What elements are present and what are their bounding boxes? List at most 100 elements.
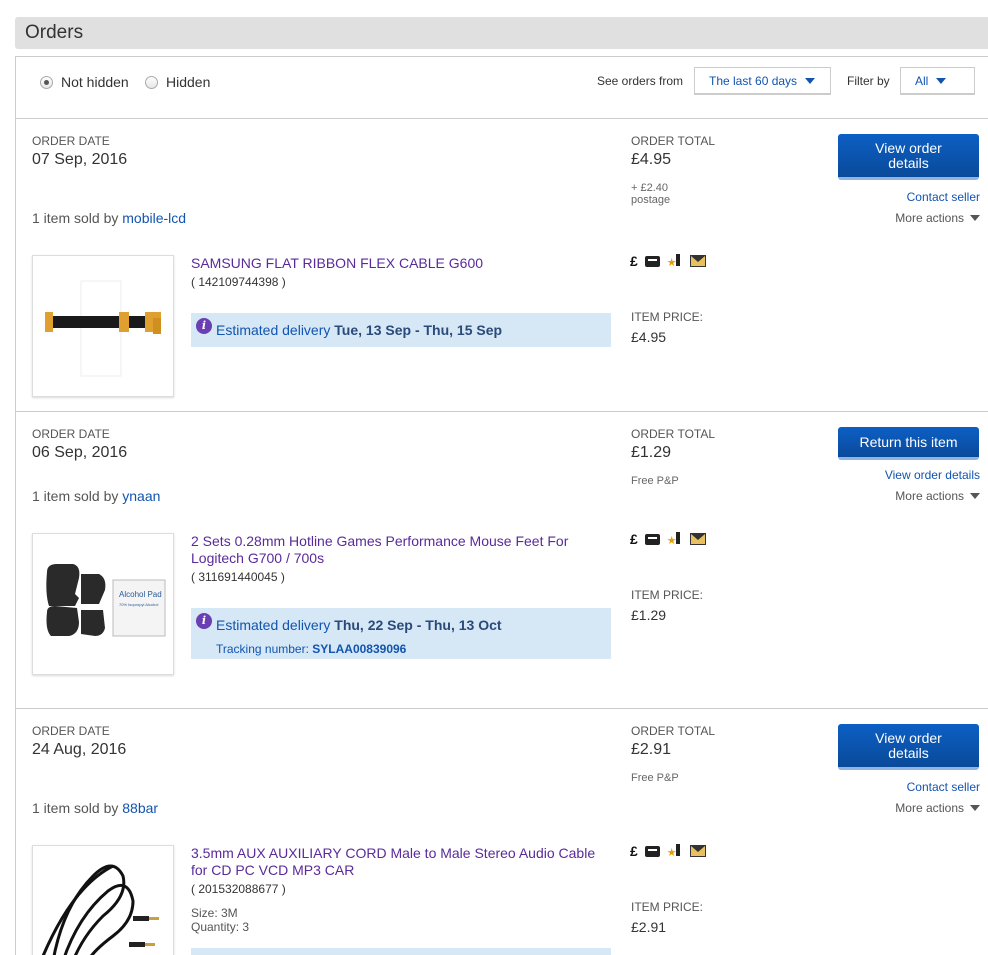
wallet-icon[interactable] <box>644 533 660 545</box>
estimated-delivery: Estimated delivery Thu, 22 Sep - Thu, 13… <box>216 617 502 633</box>
filter-value: All <box>915 73 929 88</box>
item-title-link[interactable]: 2 Sets 0.28mm Hotline Games Performance … <box>191 533 601 567</box>
item-id: ( 142109744398 ) <box>191 275 286 289</box>
action-icons: £ ★ <box>630 843 706 859</box>
order-date: 06 Sep, 2016 <box>32 444 128 461</box>
estimated-delivery: Estimated delivery Tue, 13 Sep - Thu, 15… <box>216 322 502 338</box>
delivery-dates: Thu, 22 Sep - Thu, 13 Oct <box>334 617 502 633</box>
delivery-info: i Estimated delivery Tue, 13 Sep - Thu, … <box>191 313 611 347</box>
action-icons: £ ★ <box>630 253 706 269</box>
filter-by-label: Filter by <box>847 74 890 88</box>
view-order-details-button[interactable]: View order details <box>838 134 979 180</box>
sold-by: 1 item sold by 88bar <box>32 800 158 816</box>
sold-by: 1 item sold by ynaan <box>32 488 160 504</box>
pad-sublabel: 70% Isopropyl Alcohol <box>119 602 158 607</box>
delivery-dates: Tue, 13 Sep - Thu, 15 Sep <box>334 322 503 338</box>
estimated-delivery-label: Estimated delivery <box>216 617 331 633</box>
item-thumbnail[interactable]: Alcohol Pad 70% Isopropyl Alcohol <box>32 533 174 675</box>
info-icon: i <box>196 318 212 334</box>
chevron-down-icon <box>805 77 816 84</box>
see-orders-label: See orders from <box>597 74 684 88</box>
chevron-down-icon <box>970 805 980 811</box>
item-thumbnail[interactable] <box>32 255 174 397</box>
pound-icon[interactable]: £ <box>630 253 638 269</box>
view-order-details-button[interactable]: View order details <box>838 724 979 770</box>
item-title-link[interactable]: SAMSUNG FLAT RIBBON FLEX CABLE G600 <box>191 255 601 272</box>
radio-unchecked-icon[interactable] <box>145 75 158 89</box>
contact-seller-link[interactable]: Contact seller <box>907 190 980 204</box>
order-date-label: ORDER DATE <box>32 724 110 738</box>
more-actions-label: More actions <box>895 801 964 815</box>
hidden-label: Hidden <box>166 74 211 90</box>
hidden-radio[interactable]: Hidden <box>145 74 210 90</box>
tracking-number-link[interactable]: SYLAA00839096 <box>312 642 406 656</box>
more-actions-menu[interactable]: More actions <box>895 801 980 815</box>
sold-by-text: 1 item sold by <box>32 488 119 504</box>
info-icon: i <box>196 613 212 629</box>
seller-link[interactable]: 88bar <box>122 800 158 816</box>
action-icons: £ ★ <box>630 531 706 547</box>
order-total-label: ORDER TOTAL <box>631 134 716 148</box>
contact-seller-link[interactable]: Contact seller <box>907 780 980 794</box>
order-total: £1.29 <box>631 444 672 461</box>
item-id: ( 311691440045 ) <box>191 570 285 584</box>
feedback-icon[interactable]: ★ <box>667 254 683 269</box>
mail-icon[interactable] <box>689 533 706 545</box>
page-header: Orders <box>15 17 988 49</box>
more-actions-menu[interactable]: More actions <box>895 211 980 225</box>
aux-cable-image <box>41 864 159 955</box>
order-card: ORDER DATE 07 Sep, 2016 1 item sold by m… <box>16 119 988 412</box>
more-actions-label: More actions <box>895 211 964 225</box>
radio-checked-icon[interactable] <box>40 75 53 89</box>
period-dropdown[interactable]: The last 60 days <box>694 67 831 95</box>
button-label: Return this item <box>859 433 958 450</box>
chevron-down-icon <box>970 215 980 221</box>
item-title-link[interactable]: 3.5mm AUX AUXILIARY CORD Male to Male St… <box>191 845 601 879</box>
not-hidden-label: Not hidden <box>61 74 129 90</box>
filter-bar: Not hidden Hidden See orders from The la… <box>16 57 988 119</box>
item-price-label: ITEM PRICE: <box>631 900 704 914</box>
sold-by-text: 1 item sold by <box>32 800 119 816</box>
more-actions-menu[interactable]: More actions <box>895 489 980 503</box>
order-total-label: ORDER TOTAL <box>631 427 716 441</box>
pound-icon[interactable]: £ <box>630 843 638 859</box>
seller-link[interactable]: mobile-lcd <box>122 210 186 226</box>
item-price: £4.95 <box>631 329 667 345</box>
more-actions-label: More actions <box>895 489 964 503</box>
tracking-label: Tracking number: <box>216 642 309 656</box>
order-date-label: ORDER DATE <box>32 134 110 148</box>
delivery-info: i Estimated delivery Thu, 22 Sep - Thu, … <box>191 608 611 659</box>
mail-icon[interactable] <box>689 255 706 267</box>
not-hidden-radio[interactable]: Not hidden <box>40 74 129 90</box>
mouse-feet-image: Alcohol Pad 70% Isopropyl Alcohol <box>46 564 166 637</box>
sold-by: 1 item sold by mobile-lcd <box>32 210 186 226</box>
item-thumbnail[interactable] <box>32 845 174 955</box>
orders-panel: Not hidden Hidden See orders from The la… <box>15 56 988 955</box>
return-item-button[interactable]: Return this item <box>838 427 979 460</box>
delivery-info <box>191 948 611 955</box>
chevron-down-icon <box>936 77 947 84</box>
item-quantity: Quantity: 3 <box>191 920 250 934</box>
feedback-icon[interactable]: ★ <box>667 532 683 547</box>
postage-label: postage <box>631 194 671 206</box>
order-date: 24 Aug, 2016 <box>32 741 127 758</box>
mail-icon[interactable] <box>689 845 706 857</box>
item-price: £2.91 <box>631 919 667 935</box>
view-order-details-link[interactable]: View order details <box>885 468 980 482</box>
button-label: View order details <box>875 139 942 171</box>
feedback-icon[interactable]: ★ <box>667 844 683 859</box>
item-price-label: ITEM PRICE: <box>631 588 704 602</box>
filter-dropdown[interactable]: All <box>900 67 975 95</box>
period-value: The last 60 days <box>709 73 798 88</box>
sold-by-text: 1 item sold by <box>32 210 119 226</box>
pound-icon[interactable]: £ <box>630 531 638 547</box>
wallet-icon[interactable] <box>644 845 660 857</box>
button-label: View order details <box>875 729 942 761</box>
ribbon-cable-image <box>45 280 161 377</box>
postage-label: Free P&P <box>631 475 679 487</box>
order-total: £4.95 <box>631 151 672 168</box>
item-price: £1.29 <box>631 607 667 623</box>
order-date: 07 Sep, 2016 <box>32 151 128 168</box>
wallet-icon[interactable] <box>644 255 660 267</box>
seller-link[interactable]: ynaan <box>122 488 160 504</box>
